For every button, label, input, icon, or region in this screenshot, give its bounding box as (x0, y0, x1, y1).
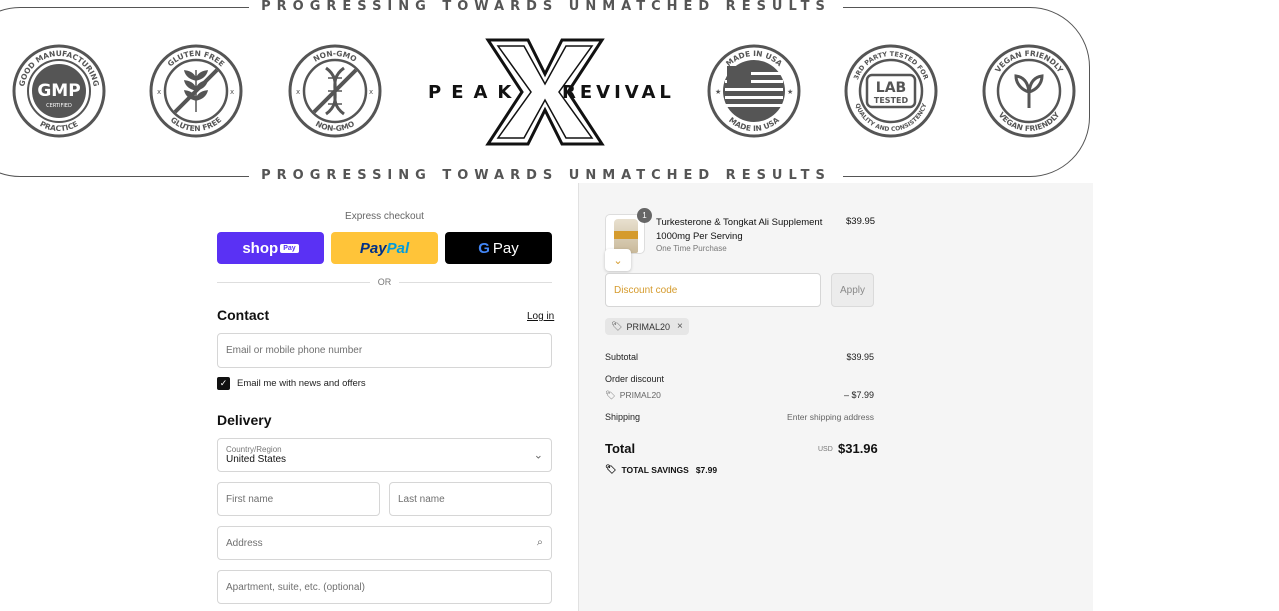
first-name-field[interactable] (217, 482, 380, 516)
google-pay-button[interactable]: G Pay (445, 232, 552, 264)
peak-revival-logo: PEAK REVIVAL (428, 38, 671, 146)
apply-button[interactable]: Apply (831, 273, 874, 307)
newsletter-label: Email me with news and offers (237, 378, 366, 389)
email-input[interactable] (226, 334, 551, 367)
country-label: Country/Region (226, 445, 282, 454)
country-value: United States (226, 454, 287, 465)
last-name-field[interactable] (389, 482, 552, 516)
checkout-form: Express checkout shop Pay Pay Pal G Pay O… (0, 183, 578, 611)
order-summary: 1 ⌄ Turkesterone & Tongkat Ali Supplemen… (578, 183, 1093, 611)
shipping-value: Enter shipping address (787, 412, 874, 422)
svg-text:x: x (296, 88, 300, 96)
svg-text:x: x (157, 88, 161, 96)
discount-code-row: 🏷 PRIMAL20 (605, 390, 661, 401)
paypal-label-2: Pal (386, 239, 410, 257)
first-name-input[interactable] (226, 483, 379, 515)
gluten-free-badge: x x GLUTEN FREE GLUTEN FREE (149, 44, 243, 138)
tag-icon: 🏷 (605, 464, 617, 474)
paypal-label-1: Pay (359, 239, 387, 257)
gmp-badge: GMP CERTIFIED GOOD MANUFACTURING PRACTIC… (12, 44, 106, 138)
scroll-down-icon[interactable]: ⌄ (605, 249, 631, 271)
total-currency: USD (818, 446, 833, 453)
shop-pay-button[interactable]: shop Pay (217, 232, 324, 264)
gmp-text: GMP (37, 81, 80, 101)
product-price: $39.95 (846, 216, 876, 227)
discount-code-field[interactable] (605, 273, 821, 307)
subtotal-label: Subtotal (605, 352, 639, 362)
banner-tagline-top: PROGRESSING TOWARDS UNMATCHED RESULTS (0, 0, 1092, 14)
delivery-heading: Delivery (217, 412, 272, 428)
logo-peak-text: PEAK (428, 82, 522, 103)
order-discount-row: Order discount (605, 374, 874, 384)
shipping-row: Shipping Enter shipping address (605, 412, 874, 422)
banner-tagline-bottom: PROGRESSING TOWARDS UNMATCHED RESULTS (0, 168, 1092, 183)
newsletter-checkbox-row[interactable]: ✓ Email me with news and offers (217, 377, 366, 390)
contact-heading: Contact (217, 307, 270, 323)
chevron-down-icon: ⌄ (533, 449, 543, 462)
total-savings-row: 🏷 TOTAL SAVINGS $7.99 (605, 464, 717, 475)
tag-icon: 🏷 (605, 390, 616, 400)
or-divider: OR (217, 276, 552, 288)
order-discount-label: Order discount (605, 374, 665, 384)
total-label: Total (605, 441, 636, 456)
brand-banner: PROGRESSING TOWARDS UNMATCHED RESULTS PR… (0, 0, 1092, 183)
google-pay-label: Pay (492, 239, 519, 257)
vegan-badge: VEGAN FRIENDLY VEGAN FRIENDLY (982, 44, 1076, 138)
tagline-text: PROGRESSING TOWARDS UNMATCHED RESULTS (249, 168, 843, 183)
email-field[interactable] (217, 333, 552, 368)
lab-tested-badge: LAB TESTED 3RD PARTY TESTED FOR QUALITY … (844, 44, 938, 138)
paypal-button[interactable]: Pay Pal (331, 232, 438, 264)
total-amount: $31.96 (838, 441, 878, 456)
discount-value: – $7.99 (843, 390, 874, 400)
shop-pay-label: shop (242, 239, 279, 257)
non-gmo-badge: x x NON-GMO NON-GMO (288, 44, 382, 138)
address-input[interactable] (226, 527, 551, 559)
shop-pay-tag: Pay (280, 243, 299, 253)
last-name-input[interactable] (398, 483, 551, 515)
svg-text:x: x (369, 88, 373, 96)
tested-text: TESTED (874, 96, 909, 105)
logo-revival-text: REVIVAL (562, 82, 675, 103)
quantity-badge: 1 (637, 208, 652, 223)
tag-icon: 🏷 (611, 321, 623, 331)
lab-text: LAB (876, 80, 906, 96)
apartment-field[interactable] (217, 570, 552, 604)
applied-code-chip: 🏷 PRIMAL20 × (605, 318, 689, 335)
made-in-usa-badge: ★ ★ MADE IN USA MADE IN USA (707, 44, 801, 138)
product-title: Turkesterone & Tongkat Ali Supplement 10… (656, 217, 823, 242)
search-icon: ⌕ (536, 536, 543, 549)
discount-code-input[interactable] (614, 284, 820, 296)
svg-text:x: x (230, 88, 234, 96)
login-link[interactable]: Log in (527, 311, 554, 322)
shipping-label: Shipping (605, 412, 641, 422)
product-subtitle: One Time Purchase (656, 244, 727, 253)
subtotal-value: $39.95 (846, 352, 874, 362)
express-checkout-label: Express checkout (345, 211, 424, 222)
svg-text:NON-GMO: NON-GMO (312, 49, 359, 64)
savings-value: $7.99 (695, 464, 718, 475)
tagline-text: PROGRESSING TOWARDS UNMATCHED RESULTS (249, 0, 843, 14)
applied-code-text: PRIMAL20 (626, 321, 670, 332)
savings-label: TOTAL SAVINGS (621, 464, 689, 475)
svg-text:★: ★ (787, 88, 793, 96)
country-select[interactable]: Country/Region United States ⌄ (217, 438, 552, 472)
or-label: OR (377, 277, 392, 287)
google-g-icon: G (478, 239, 490, 257)
address-field[interactable]: ⌕ (217, 526, 552, 560)
discount-code-text: PRIMAL20 (619, 390, 661, 400)
newsletter-checkbox[interactable]: ✓ (217, 377, 230, 390)
remove-code-icon[interactable]: × (677, 321, 683, 332)
gmp-certified-text: CERTIFIED (46, 103, 72, 109)
subtotal-row: Subtotal $39.95 (605, 352, 874, 362)
apartment-input[interactable] (226, 571, 551, 603)
svg-text:★: ★ (715, 88, 721, 96)
